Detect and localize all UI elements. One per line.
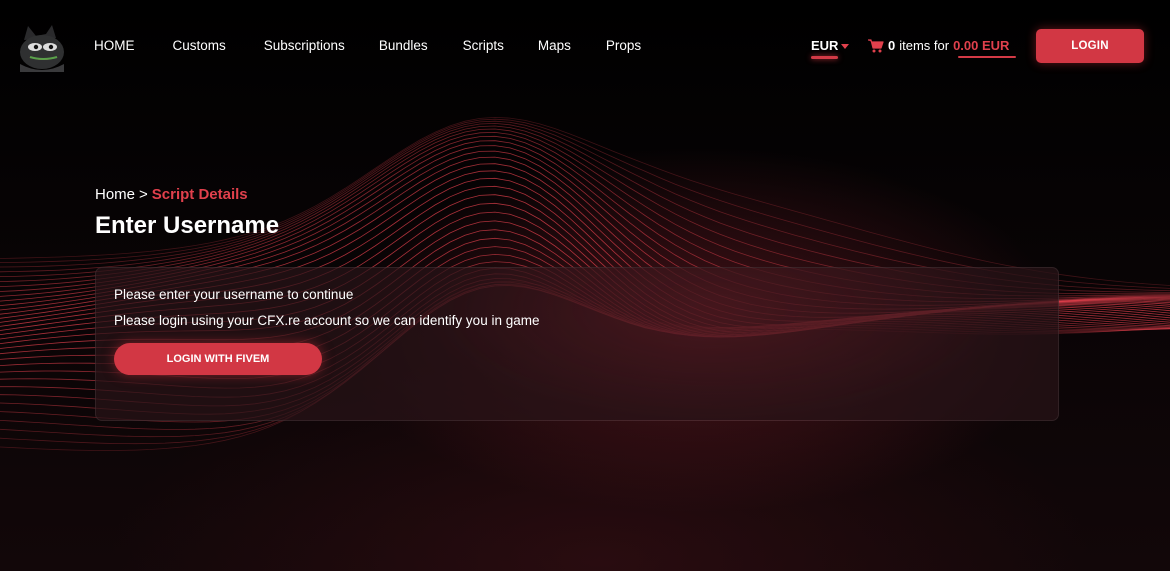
login-button[interactable]: LOGIN [1036, 29, 1144, 63]
cart-count: 0 [888, 38, 896, 53]
breadcrumb-home[interactable]: Home [95, 186, 135, 203]
breadcrumb-separator: > [139, 186, 148, 203]
cart-total: 0.00 EUR [953, 38, 1010, 53]
login-with-fivem-button[interactable]: LOGIN WITH FIVEM [114, 343, 322, 375]
cart-icon [868, 38, 884, 52]
currency-selector[interactable]: EUR [811, 38, 850, 53]
main-navigation: HOME Customs Subscriptions Bundles Scripts Ma… [94, 38, 641, 53]
wave-line [0, 120, 1170, 292]
nav-item-scripts[interactable]: Scripts [463, 38, 504, 53]
nav-item-maps[interactable]: Maps [538, 38, 571, 53]
cart-total-underline [958, 56, 1016, 58]
frog-mascot-logo-icon[interactable] [16, 22, 68, 72]
nav-item-home[interactable]: HOME [94, 38, 135, 53]
username-prompt-text: Please enter your username to continue [114, 287, 354, 302]
nav-item-bundles[interactable]: Bundles [379, 38, 428, 53]
caret-down-icon [841, 43, 850, 49]
login-card: Please enter your username to continue P… [95, 267, 1059, 421]
breadcrumb: Home > Script Details [95, 186, 248, 203]
site-header: HOME Customs Subscriptions Bundles Scripts Ma… [0, 0, 1170, 92]
cart-text: items for [899, 38, 950, 53]
nav-item-props[interactable]: Props [606, 38, 641, 53]
cfx-login-instructions: Please login using your CFX.re account s… [114, 313, 540, 328]
currency-label: EUR [811, 38, 839, 53]
nav-item-subscriptions[interactable]: Subscriptions [264, 38, 345, 53]
nav-item-customs[interactable]: Customs [173, 38, 226, 53]
page-title: Enter Username [95, 212, 280, 239]
currency-underline [811, 56, 838, 59]
breadcrumb-current: Script Details [151, 186, 248, 203]
cart-summary[interactable]: 0 items for 0.00 EUR [868, 38, 1009, 53]
page: HOME Customs Subscriptions Bundles Scripts Ma… [0, 0, 1170, 571]
